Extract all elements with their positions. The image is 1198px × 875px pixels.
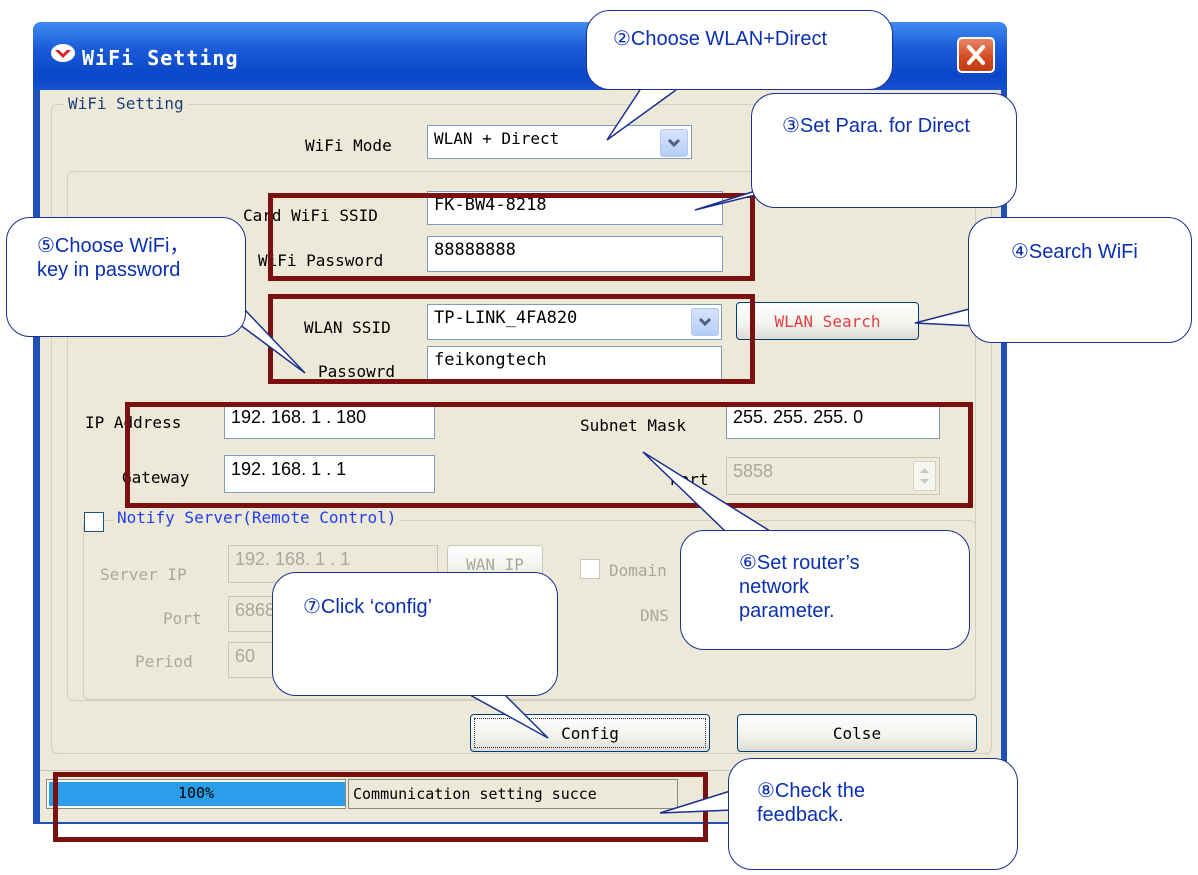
callout-4: ④Search WiFi bbox=[968, 217, 1192, 343]
callout-2: ②Choose WLAN+Direct bbox=[586, 10, 893, 90]
callout-pointers bbox=[192, 89, 982, 814]
callout-3: ③Set Para. for Direct bbox=[751, 93, 1017, 208]
callout-7-pointer bbox=[469, 694, 549, 739]
callout-7: ⑦Click ‘config’ bbox=[272, 572, 558, 696]
callout-5: ⑤Choose WiFi，key in password bbox=[6, 217, 246, 337]
callout-6-pointer bbox=[642, 451, 771, 532]
callout-2-pointer bbox=[606, 89, 677, 141]
callout-6: ⑥Set router’s network parameter. bbox=[680, 530, 970, 650]
callout-8: ⑧Check the feedback. bbox=[728, 758, 1018, 870]
